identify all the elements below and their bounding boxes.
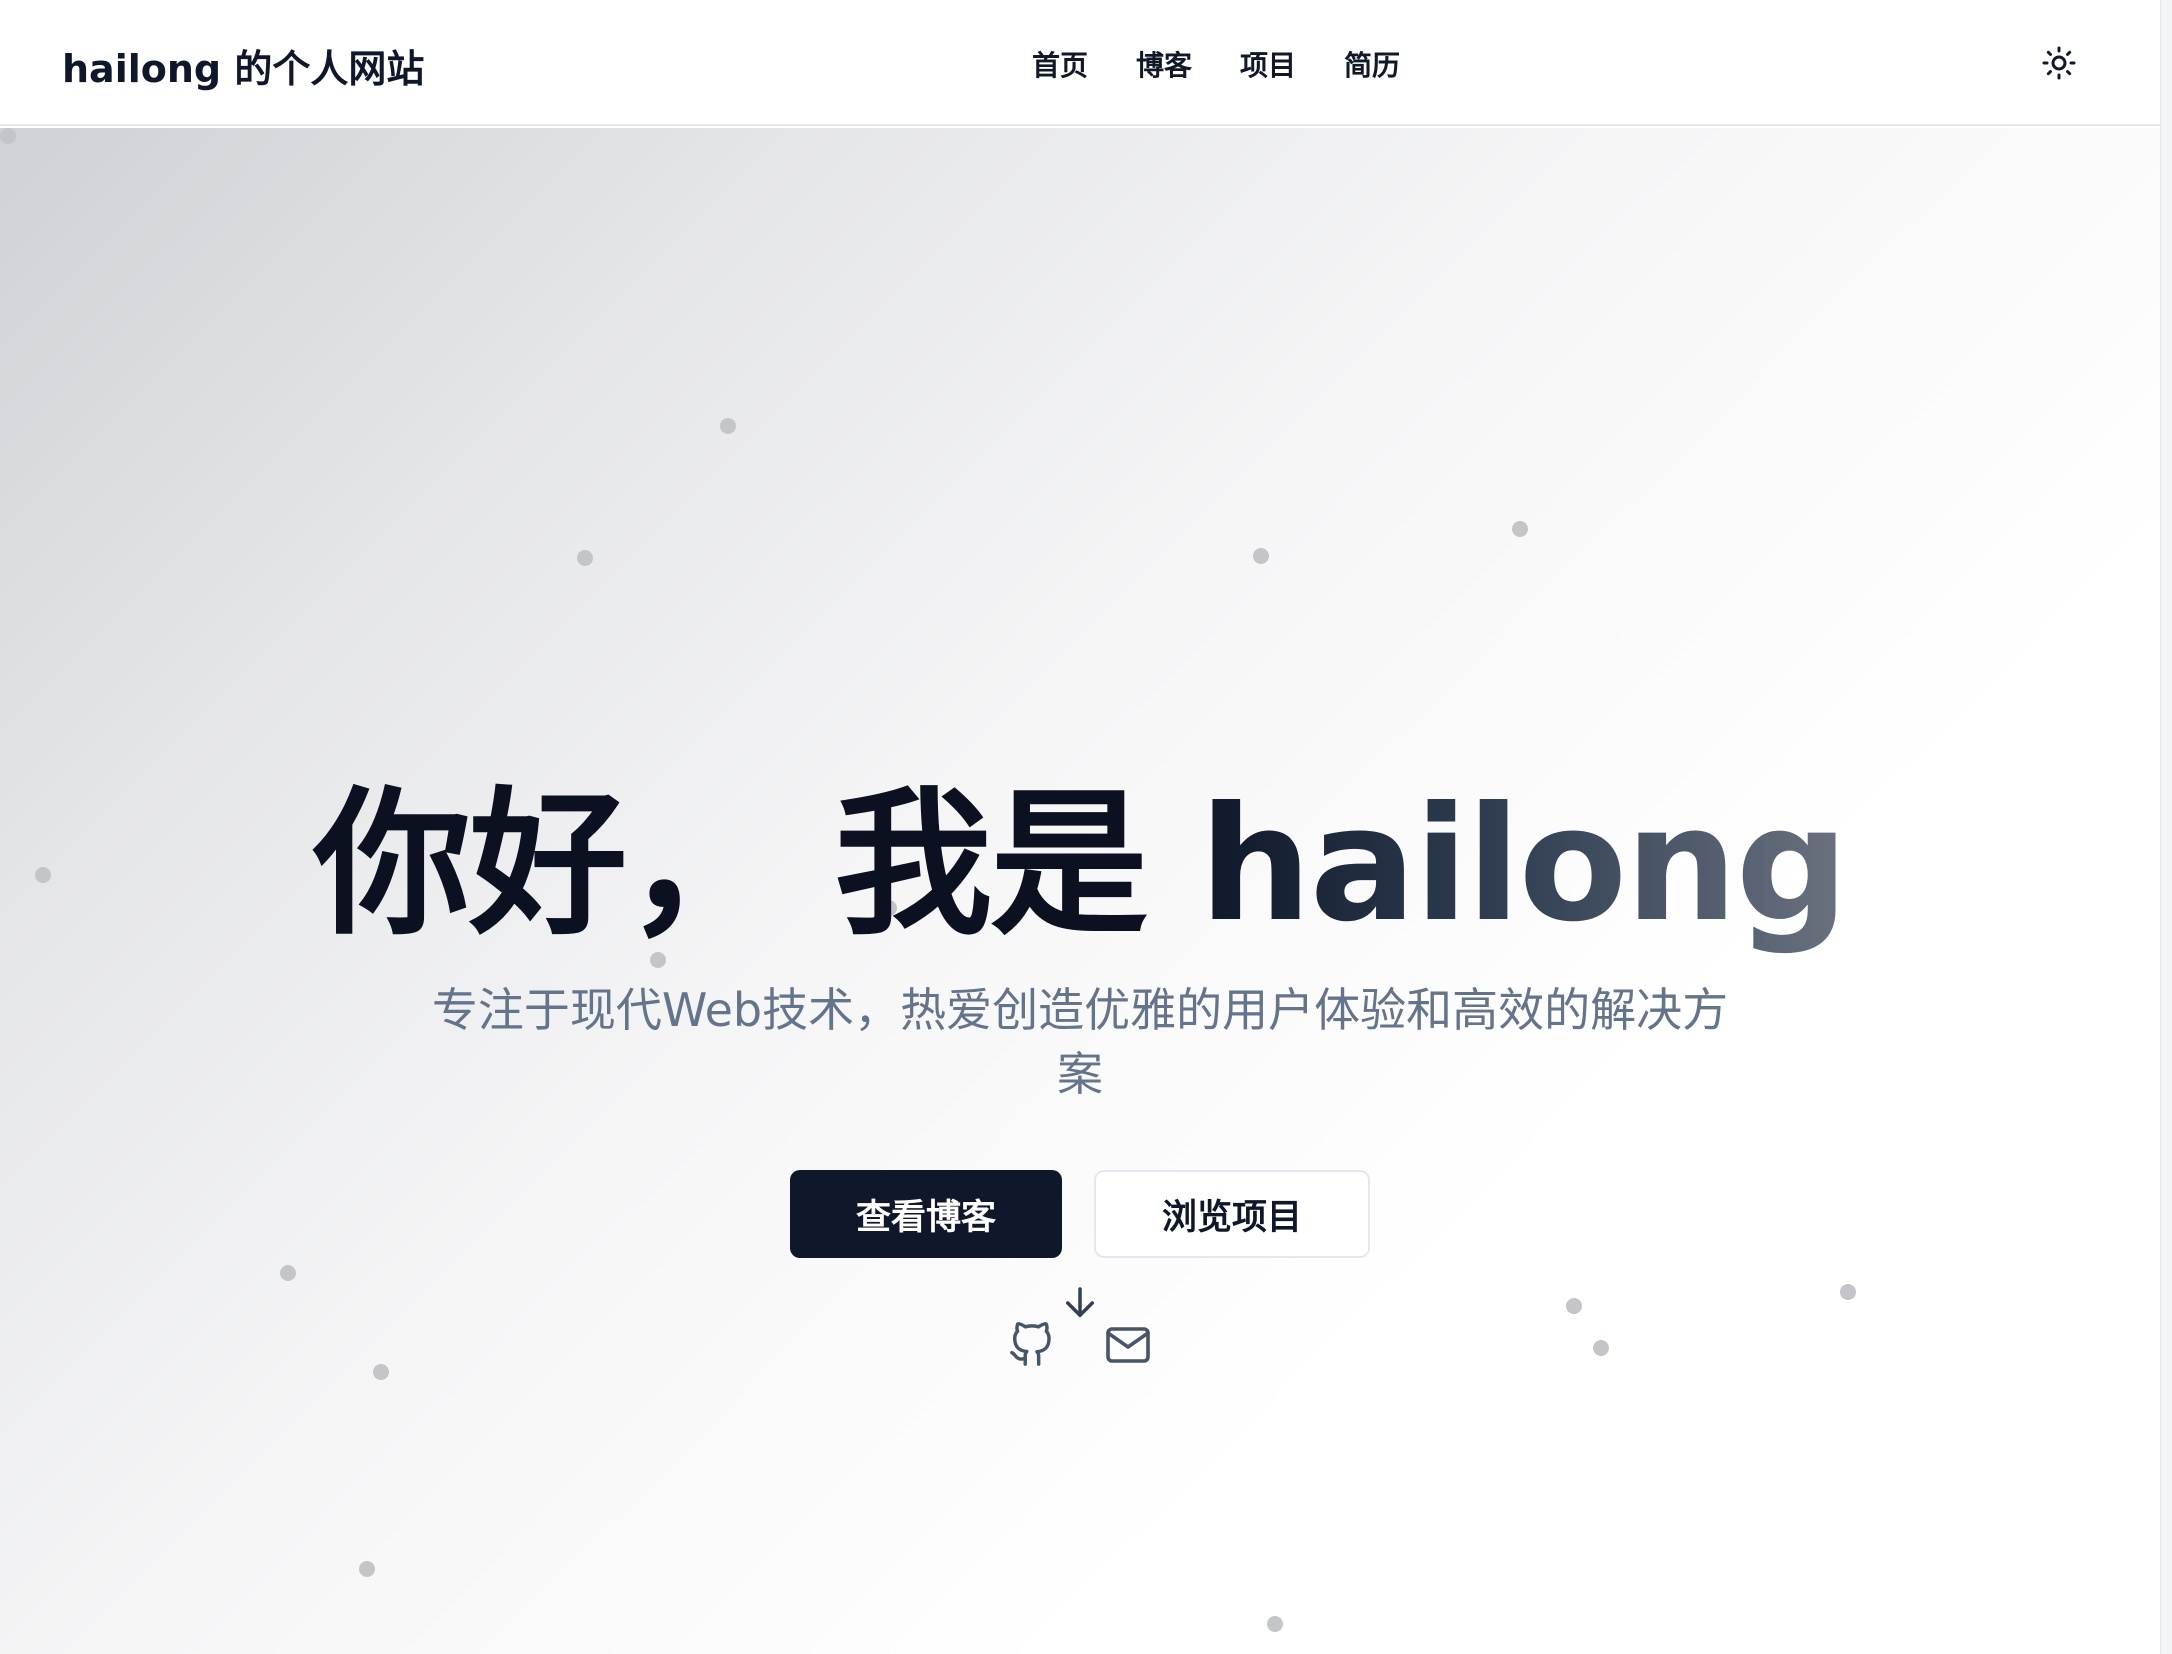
background-particle xyxy=(720,418,736,434)
nav-item-projects[interactable]: 项目 xyxy=(1240,44,1296,84)
background-particle xyxy=(1840,1284,1856,1300)
nav-item-blog[interactable]: 博客 xyxy=(1136,44,1192,84)
background-particle xyxy=(359,1561,375,1577)
background-particle xyxy=(577,550,593,566)
scrollbar-thumb[interactable] xyxy=(2162,0,2170,370)
nav-item-home[interactable]: 首页 xyxy=(1032,44,1088,84)
site-title[interactable]: hailong 的个人网站 xyxy=(62,38,424,93)
view-blog-button[interactable]: 查看博客 xyxy=(790,1170,1062,1258)
background-particle xyxy=(280,1265,296,1281)
background-particle xyxy=(373,1364,389,1380)
hero-subtitle: 专注于现代Web技术，热爱创造优雅的用户体验和高效的解决方案 xyxy=(431,983,1729,1101)
browse-projects-button[interactable]: 浏览项目 xyxy=(1094,1170,1370,1258)
hero-headline: 你好， 我是 hailong xyxy=(0,786,2160,944)
hero-greeting: 你好， 我是 xyxy=(313,773,1200,957)
nav-item-resume[interactable]: 简历 xyxy=(1344,44,1400,84)
sun-icon xyxy=(2042,46,2076,80)
hero-name: hailong xyxy=(1199,773,1849,957)
github-icon[interactable] xyxy=(1008,1322,1054,1368)
background-particle xyxy=(1593,1340,1609,1356)
site-header: hailong 的个人网站 首页 博客 项目 简历 xyxy=(0,0,2160,126)
background-particle xyxy=(1267,1616,1283,1632)
hero-section: 你好， 我是 hailong 专注于现代Web技术，热爱创造优雅的用户体验和高效… xyxy=(0,128,2160,1654)
arrow-down-icon[interactable] xyxy=(1059,1282,1101,1324)
background-particle xyxy=(0,128,16,144)
background-particle xyxy=(1512,521,1528,537)
main-nav: 首页 博客 项目 简历 xyxy=(1032,44,1400,84)
background-particle xyxy=(1566,1298,1582,1314)
mail-icon[interactable] xyxy=(1104,1324,1152,1366)
background-particle xyxy=(1253,548,1269,564)
theme-toggle-button[interactable] xyxy=(2038,42,2080,84)
